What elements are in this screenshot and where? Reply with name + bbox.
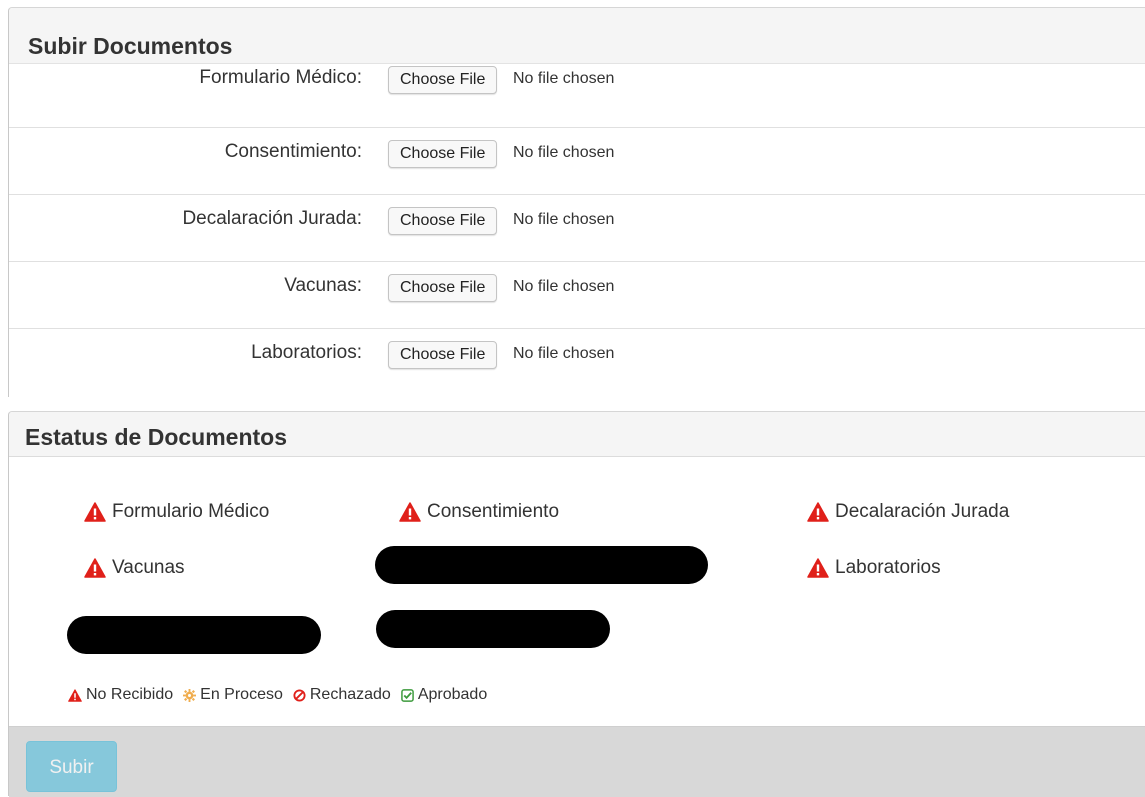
status-item-label: Formulario Médico	[112, 501, 270, 522]
upload-row-vacunas: Vacunas: Choose File No file chosen	[9, 262, 1145, 329]
status-item-laboratorios: Laboratorios	[807, 557, 941, 579]
field-label: Vacunas:	[284, 275, 362, 296]
redacted-area	[376, 610, 610, 648]
upload-row-consentimiento: Consentimiento: Choose File No file chos…	[9, 128, 1145, 195]
legend-label: No Recibido	[86, 686, 174, 703]
status-legend: No Recibido En Proceso Rechazado Aprobad…	[68, 686, 497, 704]
upload-panel-header: Subir Documentos	[9, 8, 1145, 64]
file-status-text: No file chosen	[513, 278, 615, 295]
field-label: Consentimiento:	[224, 141, 362, 162]
warning-icon	[84, 558, 106, 578]
upload-row-laboratorios: Laboratorios: Choose File No file chosen	[9, 329, 1145, 395]
gear-icon	[183, 688, 197, 702]
status-item-label: Decalaración Jurada	[835, 501, 1010, 522]
file-status-text: No file chosen	[513, 211, 615, 228]
choose-file-button[interactable]: Choose File	[388, 66, 498, 94]
status-item-consentimiento: Consentimiento	[399, 501, 559, 523]
status-item-label: Consentimiento	[427, 501, 560, 522]
warning-icon	[807, 502, 829, 522]
field-label: Decalaración Jurada:	[182, 208, 362, 229]
document-status-panel: Estatus de Documentos Formulario Médico …	[8, 411, 1145, 797]
file-status-text: No file chosen	[513, 144, 615, 161]
status-item-label: Vacunas	[112, 557, 185, 578]
warning-icon	[68, 688, 82, 702]
warning-icon	[84, 502, 106, 522]
legend-no-recibido: No Recibido	[68, 686, 173, 704]
field-label: Laboratorios:	[251, 342, 362, 363]
redacted-area	[67, 616, 321, 654]
status-panel-title: Estatus de Documentos	[25, 424, 287, 450]
redacted-area	[375, 546, 708, 584]
panel-footer: Subir	[9, 726, 1145, 797]
legend-rechazado: Rechazado	[293, 686, 391, 704]
legend-label: En Proceso	[200, 686, 283, 703]
legend-aprobado: Aprobado	[401, 686, 487, 704]
file-status-text: No file chosen	[513, 345, 615, 362]
check-square-icon	[401, 688, 414, 702]
choose-file-button[interactable]: Choose File	[388, 341, 498, 369]
legend-label: Aprobado	[417, 686, 488, 703]
submit-button[interactable]: Subir	[26, 741, 117, 792]
field-label: Formulario Médico:	[199, 67, 362, 88]
legend-en-proceso: En Proceso	[183, 686, 283, 704]
status-item-vacunas: Vacunas	[84, 557, 185, 579]
file-status-text: No file chosen	[513, 70, 615, 87]
status-item-label: Laboratorios	[835, 557, 941, 578]
status-panel-header: Estatus de Documentos	[9, 412, 1145, 457]
upload-documents-panel: Subir Documentos Formulario Médico: Choo…	[8, 7, 1145, 397]
ban-icon	[293, 688, 306, 702]
choose-file-button[interactable]: Choose File	[388, 274, 498, 302]
upload-panel-title: Subir Documentos	[28, 33, 233, 59]
choose-file-button[interactable]: Choose File	[388, 140, 498, 168]
choose-file-button[interactable]: Choose File	[388, 207, 498, 235]
status-item-formulario-medico: Formulario Médico	[84, 501, 269, 523]
upload-row-formulario-medico: Formulario Médico: Choose File No file c…	[9, 59, 1145, 128]
status-item-declaracion-jurada: Decalaración Jurada	[807, 501, 1009, 523]
legend-label: Rechazado	[309, 686, 391, 703]
warning-icon	[807, 558, 829, 578]
upload-row-declaracion-jurada: Decalaración Jurada: Choose File No file…	[9, 195, 1145, 262]
warning-icon	[399, 502, 421, 522]
